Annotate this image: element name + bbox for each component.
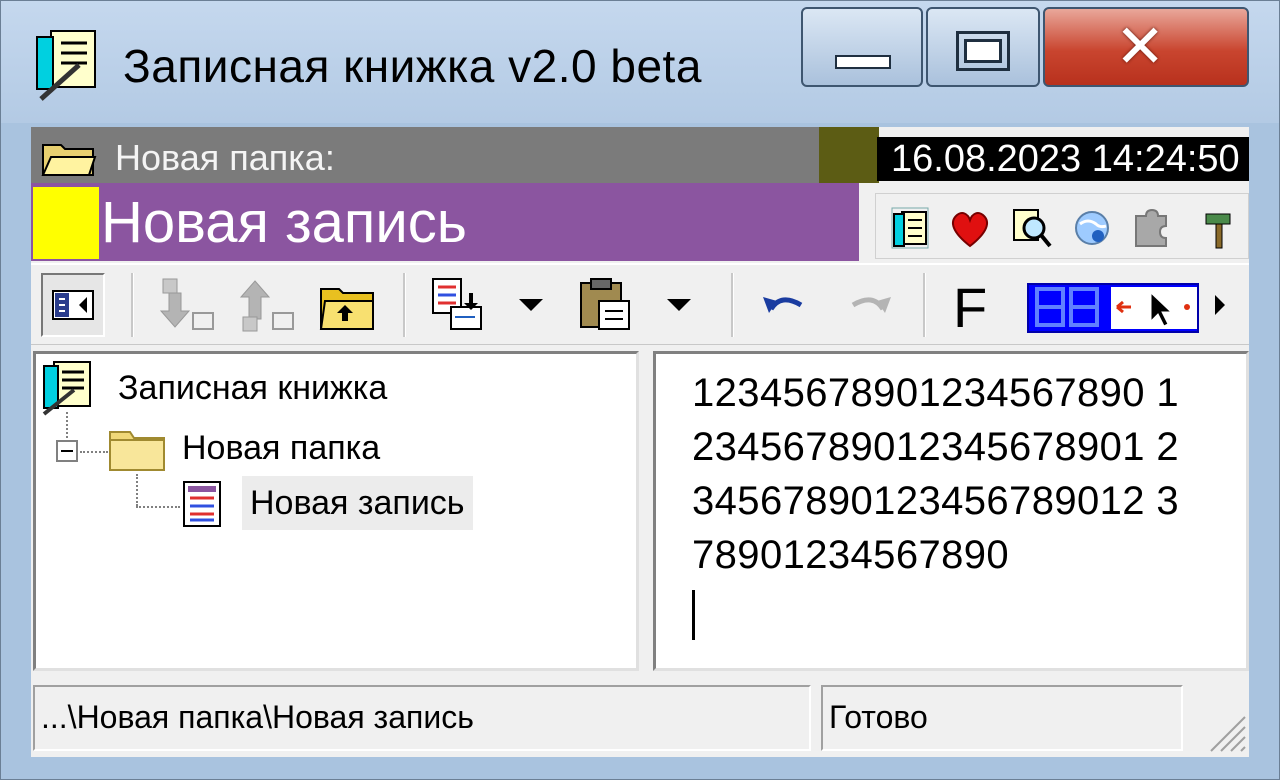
undo-button[interactable]: [755, 273, 819, 337]
folder-open-icon: [41, 144, 97, 176]
paste-button[interactable]: [573, 273, 637, 337]
tree-item-folder[interactable]: Новая папка: [182, 424, 380, 472]
record-text-editor[interactable]: 12345678901234567890 1 23456789012345678…: [653, 351, 1249, 671]
app-window: Записная книжка v2.0 beta ✕ Новая папка:…: [0, 0, 1280, 780]
close-button[interactable]: ✕: [1043, 7, 1249, 87]
record-title: Новая запись: [101, 190, 467, 255]
status-path: ...\Новая папка\Новая запись: [33, 685, 811, 751]
heart-icon[interactable]: [948, 206, 992, 250]
record-icon: [183, 481, 221, 527]
title-bar[interactable]: Записная книжка v2.0 beta ✕: [1, 1, 1279, 123]
toolbar-separator: [403, 273, 406, 337]
move-up-button[interactable]: [235, 273, 299, 337]
folder-up-button[interactable]: [315, 273, 379, 337]
collapse-toggle-icon[interactable]: [56, 440, 78, 462]
pointer-picker-icon: [1116, 291, 1190, 327]
editor-line: 78901234567890: [692, 533, 1010, 577]
font-button[interactable]: F: [953, 275, 987, 340]
folder-icon: [109, 431, 165, 471]
folder-title: Новая папка:: [115, 137, 335, 178]
digit-display-icon: [1035, 287, 1099, 327]
tree-item-root[interactable]: Записная книжка: [118, 364, 387, 412]
toolbar-overflow-arrow[interactable]: [1215, 295, 1225, 315]
maximize-button[interactable]: [926, 7, 1040, 87]
move-up-icon: [239, 280, 294, 332]
redo-button[interactable]: [835, 273, 899, 337]
tree-connector: [136, 474, 138, 506]
record-color-marker[interactable]: [33, 187, 99, 259]
maximize-icon: [956, 31, 1010, 71]
text-caret: [692, 590, 695, 640]
header-spacer: [819, 127, 879, 183]
tree-view[interactable]: Записная книжка Новая папка Новая запись: [33, 351, 639, 671]
editor-line: 23456789012345678901 2: [692, 425, 1180, 469]
paste-dropdown-arrow[interactable]: [667, 299, 691, 311]
notebook-root-icon: [42, 361, 91, 416]
hammer-icon[interactable]: [1198, 206, 1242, 250]
close-icon: ✕: [1115, 12, 1166, 82]
panel-toggle-icon: [52, 290, 94, 320]
client-area: Новая папка: 16.08.2023 14:24:50 Новая з…: [31, 127, 1249, 757]
quick-toolbar: [875, 193, 1249, 259]
window-title: Записная книжка v2.0 beta: [123, 40, 702, 92]
globe-icon[interactable]: [1070, 206, 1114, 250]
undo-icon: [763, 297, 803, 313]
tree-connector: [136, 506, 180, 508]
paste-icon: [580, 278, 630, 330]
status-state: Готово: [821, 685, 1183, 751]
notebook-app-icon: [36, 30, 96, 101]
main-toolbar: F: [31, 263, 1249, 345]
document-insert-icon: [432, 278, 482, 330]
color-indicator[interactable]: [1027, 283, 1199, 333]
minimize-button[interactable]: [801, 7, 923, 87]
folder-up-icon: [319, 288, 374, 330]
minimize-icon: [835, 55, 891, 69]
editor-line: 12345678901234567890 1: [692, 371, 1180, 415]
search-document-icon[interactable]: [1010, 206, 1054, 250]
toolbar-separator: [923, 273, 926, 337]
notebook-icon[interactable]: [888, 206, 932, 250]
move-down-button[interactable]: [155, 273, 219, 337]
pane-splitter[interactable]: [639, 351, 653, 671]
toolbar-separator: [131, 273, 134, 337]
toolbar-separator: [731, 273, 734, 337]
insert-document-button[interactable]: [425, 273, 489, 337]
datetime-display: 16.08.2023 14:24:50: [877, 137, 1249, 181]
tree-item-record[interactable]: Новая запись: [242, 476, 473, 530]
tree-connector: [80, 451, 108, 453]
puzzle-icon[interactable]: [1128, 206, 1172, 250]
tree-connector: [66, 412, 68, 442]
insert-dropdown-arrow[interactable]: [519, 299, 543, 311]
move-down-icon: [159, 278, 214, 330]
redo-icon: [851, 297, 891, 313]
toggle-panel-button[interactable]: [41, 273, 105, 337]
status-bar: ...\Новая папка\Новая запись Готово: [31, 677, 1249, 757]
editor-line: 34567890123456789012 3: [692, 479, 1180, 523]
picker-area: [1111, 287, 1197, 329]
resize-grip-icon[interactable]: [1205, 711, 1247, 753]
